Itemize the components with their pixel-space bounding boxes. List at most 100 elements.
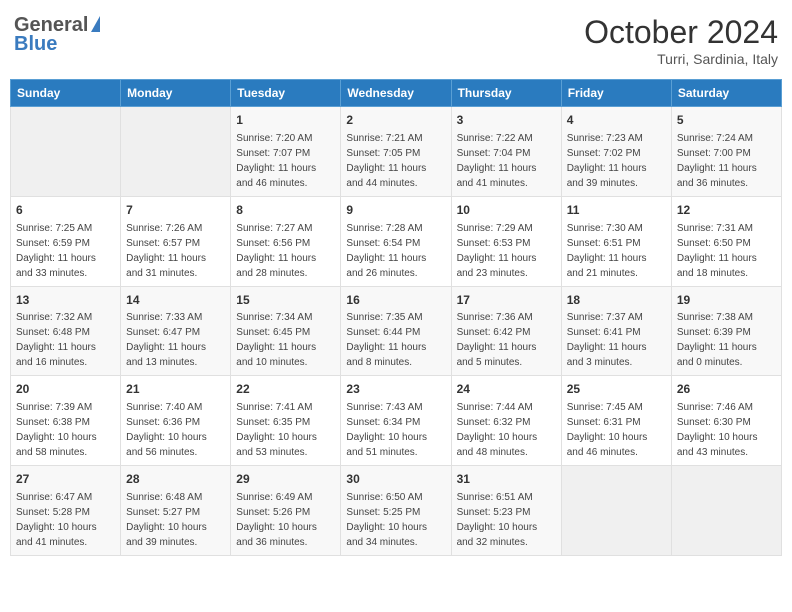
day-info: Sunrise: 7:23 AMSunset: 7:02 PMDaylight:… <box>567 131 666 191</box>
day-info: Sunrise: 6:51 AMSunset: 5:23 PMDaylight:… <box>457 490 556 550</box>
calendar-cell: 27Sunrise: 6:47 AMSunset: 5:28 PMDayligh… <box>11 466 121 556</box>
day-header-tuesday: Tuesday <box>231 80 341 107</box>
day-header-monday: Monday <box>121 80 231 107</box>
calendar-cell: 6 Sunrise: 7:25 AMSunset: 6:59 PMDaylight… <box>11 196 121 286</box>
calendar-cell <box>11 107 121 197</box>
day-info: Sunrise: 7:44 AMSunset: 6:32 PMDaylight:… <box>457 400 556 460</box>
day-number: 27 <box>16 471 115 488</box>
calendar-header-row: SundayMondayTuesdayWednesdayThursdayFrid… <box>11 80 782 107</box>
calendar-cell: 11Sunrise: 7:30 AMSunset: 6:51 PMDayligh… <box>561 196 671 286</box>
day-header-friday: Friday <box>561 80 671 107</box>
day-header-wednesday: Wednesday <box>341 80 451 107</box>
day-number: 17 <box>457 292 556 309</box>
day-info: Sunrise: 7:36 AMSunset: 6:42 PMDaylight:… <box>457 310 556 370</box>
day-number: 28 <box>126 471 225 488</box>
calendar-cell: 20 Sunrise: 7:39 AMSunset: 6:38 PMDayligh… <box>11 376 121 466</box>
day-number: 25 <box>567 381 666 398</box>
logo-triangle-icon <box>91 16 100 32</box>
calendar-week-row: 20 Sunrise: 7:39 AMSunset: 6:38 PMDayligh… <box>11 376 782 466</box>
day-number: 2 <box>346 112 445 129</box>
day-number: 12 <box>677 202 776 219</box>
calendar-cell: 24Sunrise: 7:44 AMSunset: 6:32 PMDayligh… <box>451 376 561 466</box>
day-number: 26 <box>677 381 776 398</box>
calendar-cell: 14Sunrise: 7:33 AMSunset: 6:47 PMDayligh… <box>121 286 231 376</box>
day-number: 20 <box>16 381 115 398</box>
day-info: Sunrise: 7:24 AMSunset: 7:00 PMDaylight:… <box>677 131 776 191</box>
day-number: 16 <box>346 292 445 309</box>
day-info: Sunrise: 7:38 AMSunset: 6:39 PMDaylight:… <box>677 310 776 370</box>
day-info: Sunrise: 7:22 AMSunset: 7:04 PMDaylight:… <box>457 131 556 191</box>
calendar-cell: 16Sunrise: 7:35 AMSunset: 6:44 PMDayligh… <box>341 286 451 376</box>
title-section: October 2024 Turri, Sardinia, Italy <box>584 14 778 67</box>
calendar-cell: 17Sunrise: 7:36 AMSunset: 6:42 PMDayligh… <box>451 286 561 376</box>
calendar-cell: 18Sunrise: 7:37 AMSunset: 6:41 PMDayligh… <box>561 286 671 376</box>
calendar-cell: 12 Sunrise: 7:31 AMSunset: 6:50 PMDayligh… <box>671 196 781 286</box>
day-info: Sunrise: 7:28 AMSunset: 6:54 PMDaylight:… <box>346 221 445 281</box>
calendar-cell: 3 Sunrise: 7:22 AMSunset: 7:04 PMDaylight… <box>451 107 561 197</box>
calendar-cell <box>671 466 781 556</box>
day-number: 22 <box>236 381 335 398</box>
day-info: Sunrise: 7:41 AMSunset: 6:35 PMDaylight:… <box>236 400 335 460</box>
calendar-cell: 1 Sunrise: 7:20 AMSunset: 7:07 PMDaylight… <box>231 107 341 197</box>
calendar-week-row: 1 Sunrise: 7:20 AMSunset: 7:07 PMDaylight… <box>11 107 782 197</box>
day-number: 19 <box>677 292 776 309</box>
day-number: 13 <box>16 292 115 309</box>
day-info: Sunrise: 7:40 AMSunset: 6:36 PMDaylight:… <box>126 400 225 460</box>
day-number: 29 <box>236 471 335 488</box>
calendar-week-row: 6 Sunrise: 7:25 AMSunset: 6:59 PMDaylight… <box>11 196 782 286</box>
day-number: 15 <box>236 292 335 309</box>
day-info: Sunrise: 7:43 AMSunset: 6:34 PMDaylight:… <box>346 400 445 460</box>
calendar-cell: 9 Sunrise: 7:28 AMSunset: 6:54 PMDaylight… <box>341 196 451 286</box>
day-number: 7 <box>126 202 225 219</box>
page-header: General Blue October 2024 Turri, Sardini… <box>10 10 782 71</box>
calendar-cell: 21 Sunrise: 7:40 AMSunset: 6:36 PMDayligh… <box>121 376 231 466</box>
day-info: Sunrise: 7:27 AMSunset: 6:56 PMDaylight:… <box>236 221 335 281</box>
calendar-cell: 2Sunrise: 7:21 AMSunset: 7:05 PMDaylight… <box>341 107 451 197</box>
calendar-cell: 13Sunrise: 7:32 AMSunset: 6:48 PMDayligh… <box>11 286 121 376</box>
day-header-thursday: Thursday <box>451 80 561 107</box>
day-number: 23 <box>346 381 445 398</box>
day-info: Sunrise: 7:33 AMSunset: 6:47 PMDaylight:… <box>126 310 225 370</box>
day-info: Sunrise: 7:25 AMSunset: 6:59 PMDaylight:… <box>16 221 115 281</box>
day-info: Sunrise: 7:37 AMSunset: 6:41 PMDaylight:… <box>567 310 666 370</box>
calendar-table: SundayMondayTuesdayWednesdayThursdayFrid… <box>10 79 782 556</box>
day-number: 10 <box>457 202 556 219</box>
day-number: 6 <box>16 202 115 219</box>
day-number: 9 <box>346 202 445 219</box>
day-info: Sunrise: 7:45 AMSunset: 6:31 PMDaylight:… <box>567 400 666 460</box>
day-number: 21 <box>126 381 225 398</box>
day-info: Sunrise: 6:48 AMSunset: 5:27 PMDaylight:… <box>126 490 225 550</box>
day-number: 18 <box>567 292 666 309</box>
day-info: Sunrise: 6:49 AMSunset: 5:26 PMDaylight:… <box>236 490 335 550</box>
calendar-week-row: 27Sunrise: 6:47 AMSunset: 5:28 PMDayligh… <box>11 466 782 556</box>
calendar-cell: 31 Sunrise: 6:51 AMSunset: 5:23 PMDayligh… <box>451 466 561 556</box>
calendar-cell <box>561 466 671 556</box>
day-info: Sunrise: 7:26 AMSunset: 6:57 PMDaylight:… <box>126 221 225 281</box>
calendar-cell <box>121 107 231 197</box>
day-header-sunday: Sunday <box>11 80 121 107</box>
day-info: Sunrise: 7:39 AMSunset: 6:38 PMDaylight:… <box>16 400 115 460</box>
month-title: October 2024 <box>584 14 778 51</box>
day-info: Sunrise: 7:20 AMSunset: 7:07 PMDaylight:… <box>236 131 335 191</box>
day-number: 1 <box>236 112 335 129</box>
day-number: 8 <box>236 202 335 219</box>
calendar-week-row: 13Sunrise: 7:32 AMSunset: 6:48 PMDayligh… <box>11 286 782 376</box>
day-info: Sunrise: 7:46 AMSunset: 6:30 PMDaylight:… <box>677 400 776 460</box>
calendar-cell: 30Sunrise: 6:50 AMSunset: 5:25 PMDayligh… <box>341 466 451 556</box>
calendar-cell: 15Sunrise: 7:34 AMSunset: 6:45 PMDayligh… <box>231 286 341 376</box>
calendar-cell: 25 Sunrise: 7:45 AMSunset: 6:31 PMDayligh… <box>561 376 671 466</box>
day-header-saturday: Saturday <box>671 80 781 107</box>
day-info: Sunrise: 7:30 AMSunset: 6:51 PMDaylight:… <box>567 221 666 281</box>
logo-blue-text: Blue <box>14 33 57 56</box>
calendar-cell: 22 Sunrise: 7:41 AMSunset: 6:35 PMDayligh… <box>231 376 341 466</box>
calendar-cell: 29 Sunrise: 6:49 AMSunset: 5:26 PMDayligh… <box>231 466 341 556</box>
day-info: Sunrise: 7:32 AMSunset: 6:48 PMDaylight:… <box>16 310 115 370</box>
day-info: Sunrise: 7:31 AMSunset: 6:50 PMDaylight:… <box>677 221 776 281</box>
calendar-cell: 8 Sunrise: 7:27 AMSunset: 6:56 PMDaylight… <box>231 196 341 286</box>
day-number: 3 <box>457 112 556 129</box>
calendar-cell: 10Sunrise: 7:29 AMSunset: 6:53 PMDayligh… <box>451 196 561 286</box>
day-number: 31 <box>457 471 556 488</box>
day-info: Sunrise: 7:34 AMSunset: 6:45 PMDaylight:… <box>236 310 335 370</box>
day-number: 30 <box>346 471 445 488</box>
day-info: Sunrise: 7:35 AMSunset: 6:44 PMDaylight:… <box>346 310 445 370</box>
